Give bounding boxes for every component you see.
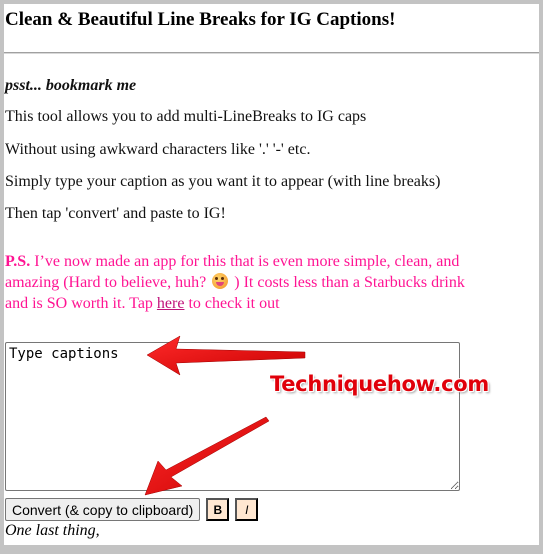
italic-button[interactable]: I — [235, 498, 259, 521]
intro-line: Simply type your caption as you want it … — [5, 173, 441, 190]
button-row: Convert (& copy to clipboard) B I — [5, 498, 259, 522]
intro-line: Then tap 'convert' and paste to IG! — [5, 205, 226, 222]
convert-button[interactable]: Convert (& copy to clipboard) — [5, 498, 201, 521]
page-container: Clean & Beautiful Line Breaks for IG Cap… — [4, 4, 539, 545]
ps-note: P.S. I’ve now made an app for this that … — [5, 251, 475, 314]
intro-line: Without using awkward characters like '.… — [5, 141, 311, 158]
intro-line: This tool allows you to add multi-LineBr… — [5, 108, 367, 125]
caption-input[interactable]: Type captions — [5, 342, 460, 491]
page-title: Clean & Beautiful Line Breaks for IG Cap… — [5, 9, 396, 30]
ps-label: P.S. — [5, 253, 31, 270]
winking-face-with-tongue-icon — [212, 273, 229, 289]
footer-text: One last thing, — [5, 522, 100, 539]
bold-button[interactable]: B — [206, 498, 230, 521]
bookmark-note: psst... bookmark me — [5, 77, 137, 94]
ps-text: to check it out — [184, 295, 280, 312]
app-link[interactable]: here — [157, 295, 185, 312]
title-divider — [4, 52, 539, 54]
